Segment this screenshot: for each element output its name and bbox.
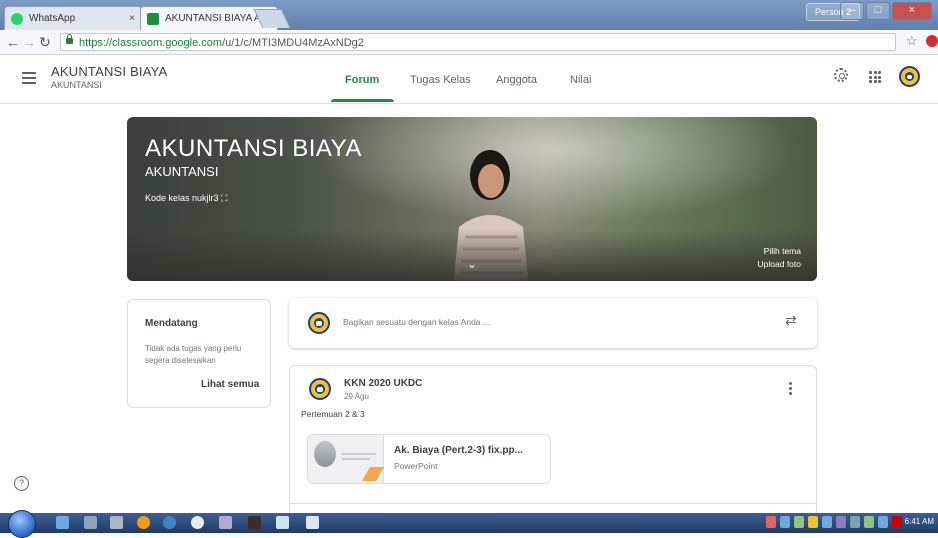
tray-icon[interactable] bbox=[850, 516, 860, 528]
menu-icon[interactable] bbox=[22, 72, 36, 87]
chrome-icon[interactable] bbox=[191, 516, 204, 529]
tray-icon[interactable] bbox=[766, 516, 776, 528]
post-author: KKN 2020 UKDC bbox=[344, 378, 423, 389]
app-icon[interactable] bbox=[276, 516, 289, 529]
browser-tab-bar: WhatsApp × AKUNTANSI BIAYA AKUI × Person… bbox=[0, 0, 938, 30]
repost-icon[interactable]: ⇄ bbox=[785, 312, 797, 329]
minimize-button[interactable]: – bbox=[840, 2, 864, 20]
attachment-type: PowerPoint bbox=[394, 461, 438, 471]
view-all-link[interactable]: Lihat semua bbox=[201, 379, 259, 390]
tab-tugas-kelas[interactable]: Tugas Kelas bbox=[410, 74, 471, 86]
url-input[interactable]: https://classroom.google.com/u/1/c/MTI3M… bbox=[60, 33, 896, 51]
tray-icon[interactable] bbox=[836, 516, 846, 528]
banner-subtitle: AKUNTANSI bbox=[145, 164, 219, 179]
more-options-icon[interactable] bbox=[789, 382, 792, 397]
tray-icon[interactable] bbox=[864, 516, 874, 528]
settings-gear-icon[interactable] bbox=[834, 68, 848, 82]
window-controls: – □ × bbox=[840, 2, 932, 20]
lock-icon bbox=[66, 34, 73, 44]
app-icon[interactable] bbox=[248, 516, 261, 529]
app-icon[interactable] bbox=[163, 516, 176, 529]
account-avatar[interactable] bbox=[899, 66, 920, 87]
forward-arrow-icon[interactable]: → bbox=[22, 34, 36, 50]
class-banner: AKUNTANSI BIAYA AKUNTANSI Kode kelas nuk… bbox=[127, 117, 817, 281]
banner-title: AKUNTANSI BIAYA bbox=[145, 135, 362, 162]
explorer-icon[interactable] bbox=[56, 516, 69, 529]
classroom-icon bbox=[147, 13, 159, 25]
attachment-name: Ak. Biaya (Pert.2-3) fix.pp... bbox=[394, 445, 523, 456]
help-icon[interactable]: ? bbox=[14, 476, 29, 491]
close-tab-icon[interactable]: × bbox=[129, 7, 135, 30]
fullscreen-icon[interactable]: ⛶ bbox=[221, 193, 227, 203]
attachment-thumbnail bbox=[308, 435, 385, 483]
share-placeholder[interactable]: Bagikan sesuatu dengan kelas Anda ... bbox=[343, 317, 490, 327]
url-path: /u/1/c/MTI3MDU4MzAxNDg2 bbox=[222, 37, 364, 49]
start-button[interactable] bbox=[8, 510, 36, 538]
network-icon[interactable] bbox=[794, 516, 804, 528]
class-code[interactable]: Kode kelas nukjlr3 ⛶ bbox=[145, 193, 227, 204]
app-icon[interactable] bbox=[110, 516, 123, 529]
windows-taskbar: 6:41 AM bbox=[0, 510, 938, 538]
tab-title: WhatsApp bbox=[29, 13, 76, 24]
tray-icon[interactable] bbox=[780, 516, 790, 528]
app-icon[interactable] bbox=[137, 516, 150, 529]
apps-grid-icon[interactable] bbox=[869, 71, 881, 83]
attachment-card[interactable]: Ak. Biaya (Pert.2-3) fix.pp... PowerPoin… bbox=[307, 434, 551, 484]
tab-anggota[interactable]: Anggota bbox=[496, 74, 537, 86]
class-subtitle: AKUNTANSI bbox=[51, 80, 102, 90]
tab-nilai[interactable]: Nilai bbox=[570, 74, 591, 86]
extension-icon[interactable] bbox=[926, 35, 938, 47]
whatsapp-icon bbox=[11, 13, 23, 25]
address-bar: ← → ↻ https://classroom.google.com/u/1/c… bbox=[0, 30, 938, 55]
tray-icon[interactable] bbox=[808, 516, 818, 528]
active-tab-indicator bbox=[331, 99, 394, 102]
url-host: https://classroom.google.com bbox=[79, 37, 223, 49]
tray-icon[interactable] bbox=[822, 516, 832, 528]
back-arrow-icon[interactable]: ← bbox=[6, 34, 20, 50]
system-tray bbox=[766, 516, 902, 528]
post-body: Pertemuan 2 & 3 bbox=[301, 409, 365, 419]
tray-icon[interactable] bbox=[892, 516, 902, 528]
upload-photo-link[interactable]: Upload foto bbox=[758, 259, 801, 269]
stream-post: KKN 2020 UKDC 29 Agu Pertemuan 2 & 3 Ak.… bbox=[289, 365, 817, 517]
class-code-label: Kode kelas bbox=[145, 193, 190, 203]
post-date: 29 Agu bbox=[344, 392, 369, 401]
chevron-down-icon[interactable]: ⌄ bbox=[467, 257, 477, 271]
upcoming-title: Mendatang bbox=[145, 318, 198, 329]
author-avatar bbox=[309, 378, 331, 400]
taskbar-clock[interactable]: 6:41 AM bbox=[905, 517, 934, 526]
tray-icon[interactable] bbox=[878, 516, 888, 528]
class-code-value: nukjlr3 bbox=[192, 193, 219, 203]
maximize-button[interactable]: □ bbox=[866, 2, 890, 20]
class-title[interactable]: AKUNTANSI BIAYA bbox=[51, 64, 167, 79]
upcoming-empty-text: Tidak ada tugas yang perlu segera disele… bbox=[145, 344, 242, 365]
post-divider bbox=[289, 503, 817, 504]
bookmark-star-icon[interactable]: ☆ bbox=[906, 33, 918, 49]
user-avatar bbox=[308, 312, 330, 334]
app-icon[interactable] bbox=[219, 516, 232, 529]
tab-forum[interactable]: Forum bbox=[345, 74, 379, 86]
share-box[interactable]: Bagikan sesuatu dengan kelas Anda ... ⇄ bbox=[289, 298, 817, 348]
reload-icon[interactable]: ↻ bbox=[39, 34, 51, 50]
close-window-button[interactable]: × bbox=[892, 2, 932, 20]
choose-theme-link[interactable]: Pilih tema bbox=[764, 246, 801, 256]
classroom-header: AKUNTANSI BIAYA AKUNTANSI Forum Tugas Ke… bbox=[0, 55, 938, 104]
app-icon[interactable] bbox=[306, 516, 319, 529]
tab-whatsapp[interactable]: WhatsApp × bbox=[4, 6, 142, 30]
app-icon[interactable] bbox=[84, 516, 97, 529]
upcoming-card: Mendatang Tidak ada tugas yang perlu seg… bbox=[127, 299, 271, 408]
